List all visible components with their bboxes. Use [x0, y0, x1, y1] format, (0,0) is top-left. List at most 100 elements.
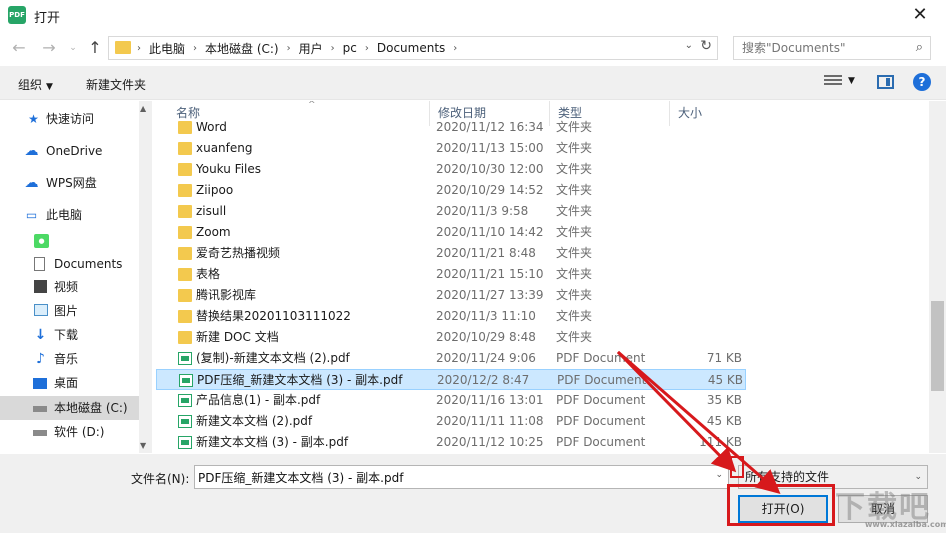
file-row[interactable]: 新建文本文档 (3) - 副本.pdf 2020/11/12 10:25 PDF D… — [156, 432, 746, 453]
file-row[interactable]: 表格 2020/11/21 15:10 文件夹 — [156, 264, 746, 285]
folder-icon — [178, 226, 192, 239]
file-row[interactable]: PDF压缩_新建文本文档 (3) - 副本.pdf 2020/12/2 8:47 P… — [156, 369, 746, 390]
file-type: 文件夹 — [556, 246, 593, 260]
sidebar-item-music[interactable]: ♪ 音乐 — [0, 347, 139, 371]
computer-icon: ▭ — [25, 208, 38, 222]
file-name: zisull — [196, 204, 227, 218]
sidebar-item-videos[interactable]: 视频 — [0, 275, 139, 299]
folder-icon — [178, 205, 192, 218]
chevron-right-icon[interactable]: › — [363, 43, 371, 54]
file-list: 名称 ^ 修改日期 类型 大小 Word 2020/11/12 16:34 文件夹 x… — [154, 101, 929, 453]
pdf-file-icon — [179, 374, 193, 387]
search-box[interactable]: ⌕ — [733, 36, 931, 60]
close-icon[interactable]: ✕ — [906, 2, 934, 28]
file-row[interactable]: Ziipoo 2020/10/29 14:52 文件夹 — [156, 180, 746, 201]
file-row[interactable]: 新建文本文档 (2).pdf 2020/11/11 11:08 PDF Docume… — [156, 411, 746, 432]
file-date: 2020/11/3 11:10 — [436, 309, 536, 323]
file-name: Word — [196, 120, 227, 134]
file-row[interactable]: xuanfeng 2020/11/13 15:00 文件夹 — [156, 138, 746, 159]
crumb-this-pc[interactable]: 此电脑 — [143, 40, 191, 57]
filetype-value: 所有支持的文件 — [745, 470, 830, 484]
chevron-right-icon[interactable]: › — [451, 43, 459, 54]
new-folder-button[interactable]: 新建文件夹 — [86, 76, 146, 93]
search-input[interactable] — [734, 37, 904, 59]
drive-icon — [33, 430, 47, 436]
search-icon[interactable]: ⌕ — [916, 40, 923, 55]
sidebar-item-label: 桌面 — [54, 376, 79, 390]
scroll-thumb[interactable] — [931, 301, 944, 391]
caret-down-icon[interactable]: ▼ — [848, 76, 855, 86]
file-row[interactable]: 腾讯影视库 2020/11/27 13:39 文件夹 — [156, 285, 746, 306]
back-arrow-icon[interactable]: ← — [8, 37, 30, 59]
cloud-icon: ☁ — [24, 175, 39, 191]
sidebar-scrollbar[interactable]: ▲ ▼ — [139, 101, 152, 453]
file-type: PDF Document — [557, 373, 647, 387]
folder-icon — [178, 184, 192, 197]
file-row[interactable]: 产品信息(1) - 副本.pdf 2020/11/16 13:01 PDF Docu… — [156, 390, 746, 411]
file-list-scrollbar[interactable] — [929, 101, 946, 453]
file-date: 2020/10/29 14:52 — [436, 183, 544, 197]
music-icon: ♪ — [36, 351, 45, 367]
crumb-pc[interactable]: pc — [337, 41, 363, 55]
chevron-right-icon[interactable]: › — [191, 43, 199, 54]
sidebar-item-quick-access[interactable]: ★ 快速访问 — [0, 107, 139, 131]
file-row[interactable]: (复制)-新建文本文档 (2).pdf 2020/11/24 9:06 PDF Do… — [156, 348, 746, 369]
crumb-users[interactable]: 用户 — [293, 40, 329, 57]
refresh-icon[interactable]: ↻ — [700, 38, 712, 54]
sidebar-item-label: 本地磁盘 (C:) — [54, 401, 128, 415]
sidebar-item-desktop[interactable]: 桌面 — [0, 371, 139, 395]
file-row[interactable]: Word 2020/11/12 16:34 文件夹 — [156, 117, 746, 138]
file-size: 45 KB — [706, 414, 742, 428]
file-name: 新建 DOC 文档 — [196, 330, 279, 344]
crumb-local-disk[interactable]: 本地磁盘 (C:) — [199, 40, 285, 57]
sidebar-item-wps-cloud[interactable]: ☁ WPS网盘 — [0, 171, 139, 195]
view-list-icon[interactable] — [824, 75, 842, 89]
file-row[interactable]: 替换结果20201103111022 2020/11/3 11:10 文件夹 — [156, 306, 746, 327]
file-type: PDF Document — [556, 414, 646, 428]
preview-pane-icon[interactable] — [877, 75, 894, 89]
sidebar-item-downloads[interactable]: ↓ 下载 — [0, 323, 139, 347]
chevron-right-icon[interactable]: › — [329, 43, 337, 54]
folder-icon — [178, 247, 192, 260]
cloud-icon: ☁ — [24, 143, 39, 159]
file-row[interactable]: 新建 DOC 文档 2020/10/29 8:48 文件夹 — [156, 327, 746, 348]
recent-chevron-icon[interactable]: ⌄ — [62, 37, 84, 59]
file-name: PDF压缩_新建文本文档 (3) - 副本.pdf — [197, 373, 403, 387]
file-row[interactable]: 爱奇艺热播视频 2020/11/21 8:48 文件夹 — [156, 243, 746, 264]
organize-menu[interactable]: 组织 ▼ — [18, 76, 53, 93]
sidebar-item-this-pc[interactable]: ▭ 此电脑 — [0, 203, 139, 227]
desktop-icon — [33, 378, 47, 389]
folder-icon — [115, 41, 131, 54]
up-arrow-icon[interactable]: ↑ — [84, 37, 106, 59]
scroll-up-icon[interactable]: ▲ — [140, 104, 146, 113]
address-bar[interactable]: › 此电脑 › 本地磁盘 (C:) › 用户 › pc › Documents … — [108, 36, 718, 60]
sidebar-item-software-d[interactable]: 软件 (D:) — [0, 420, 139, 444]
file-row[interactable]: zisull 2020/11/3 9:58 文件夹 — [156, 201, 746, 222]
sidebar-item-label: 图片 — [54, 304, 79, 318]
file-size: 111 KB — [699, 435, 742, 449]
window-title: 打开 — [34, 11, 61, 26]
file-type: 文件夹 — [556, 267, 593, 281]
sidebar-item-documents[interactable]: Documents — [0, 252, 139, 276]
filename-field[interactable]: ⌄ — [194, 465, 729, 489]
file-row[interactable]: Zoom 2020/11/10 14:42 文件夹 — [156, 222, 746, 243]
file-name: Ziipoo — [196, 183, 234, 197]
scroll-down-icon[interactable]: ▼ — [140, 441, 146, 450]
chevron-right-icon[interactable]: › — [135, 43, 143, 54]
chevron-down-icon[interactable]: ⌄ — [685, 40, 693, 51]
file-date: 2020/12/2 8:47 — [437, 373, 530, 387]
pdf-file-icon — [178, 415, 192, 428]
forward-arrow-icon[interactable]: → — [38, 37, 60, 59]
file-row[interactable]: Youku Files 2020/10/30 12:00 文件夹 — [156, 159, 746, 180]
crumb-documents[interactable]: Documents — [371, 41, 451, 55]
sidebar-item-local-disk-c[interactable]: 本地磁盘 (C:) — [0, 396, 139, 420]
filename-input[interactable] — [195, 466, 705, 488]
sidebar-item-pictures[interactable]: 图片 — [0, 299, 139, 323]
sidebar-item-app[interactable]: ● — [0, 229, 139, 253]
file-size: 45 KB — [707, 373, 743, 387]
help-icon[interactable]: ? — [913, 73, 931, 91]
sidebar-item-onedrive[interactable]: ☁ OneDrive — [0, 139, 139, 163]
chevron-down-icon[interactable]: ⌄ — [715, 470, 723, 480]
chevron-right-icon[interactable]: › — [285, 43, 293, 54]
file-size: 35 KB — [706, 393, 742, 407]
